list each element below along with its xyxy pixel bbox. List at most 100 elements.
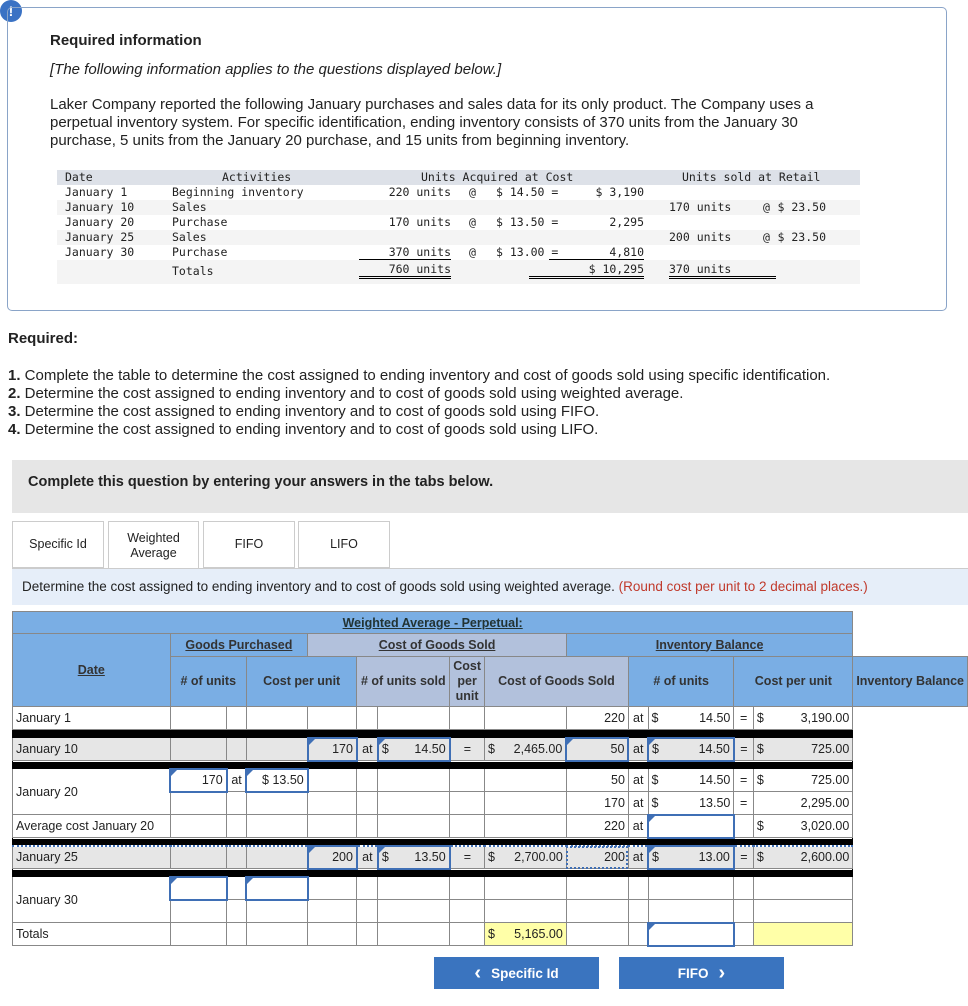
cogs-value (483, 791, 567, 815)
purchased-units (169, 737, 228, 761)
purchased-units (169, 922, 228, 946)
purchased-cost (245, 814, 309, 838)
cell: @ (469, 245, 476, 259)
cell: Totals (172, 264, 214, 278)
cell: January 30 (65, 245, 135, 259)
group-cogs: Cost of Goods Sold (307, 633, 567, 657)
at-label: at (356, 845, 379, 869)
purchased-cost (245, 791, 309, 815)
sold-units (307, 922, 358, 946)
sold-cost (377, 791, 451, 815)
cell: @ (469, 215, 476, 229)
inventory-units: 50 (565, 768, 629, 792)
table-row: January 30 Purchase 370 units @ $ 13.00 = 4,8… (57, 245, 860, 260)
equals-label: = (449, 737, 485, 761)
inventory-units: 220 (565, 814, 629, 838)
inventory-cost: $14.50 (647, 768, 735, 792)
inventory-cost[interactable]: $14.50 (647, 736, 735, 762)
at-label (356, 899, 379, 923)
purchased-units[interactable]: 170 (169, 767, 228, 793)
dollar-sign: $ (756, 850, 764, 865)
equals-label: = (733, 706, 754, 730)
inventory-units[interactable]: 50 (565, 736, 630, 762)
table-row: January 25 Sales 200 units @ $ 23.50 (57, 230, 860, 245)
sold-units[interactable]: 170 (306, 736, 358, 762)
dollar-sign: $ (487, 927, 495, 941)
at-label: at (627, 791, 649, 815)
dollar-sign: $ (487, 742, 495, 756)
purchased-units (169, 706, 228, 730)
inventory-cost (647, 899, 735, 923)
equals-label (733, 922, 754, 946)
inventory-units: 220 (565, 706, 629, 730)
cogs-value: $5,165.00 (483, 922, 567, 946)
col-date: Date (12, 633, 171, 707)
inventory-balance (752, 899, 854, 923)
next-fifo-button[interactable]: FIFO › (619, 957, 784, 989)
cell: Sales (172, 200, 207, 214)
purchased-cost (245, 899, 309, 923)
inventory-cost[interactable] (647, 921, 735, 947)
worksheet-row: Average cost January 20 220 at $3,020.00 (12, 813, 968, 839)
sold-units (307, 876, 358, 900)
cell: Activities (222, 170, 292, 184)
cell: Date (65, 170, 93, 184)
cell: 220 units (388, 185, 451, 199)
info-intro: Laker Company reported the following Jan… (50, 96, 814, 149)
sold-units (307, 768, 358, 792)
chevron-right-icon: › (718, 961, 726, 984)
inventory-cost[interactable]: $13.00 (647, 844, 735, 870)
required-item: 1. Complete the table to determine the c… (8, 367, 831, 384)
prev-specific-id-button[interactable]: ‹ Specific Id (434, 957, 599, 989)
at-label (356, 922, 379, 946)
tab-instruction: Determine the cost assigned to ending in… (12, 569, 968, 605)
tab-specific-id[interactable]: Specific Id (12, 521, 104, 568)
cell: @ (469, 185, 476, 199)
cogs-value (483, 899, 567, 923)
info-title: Required information (50, 32, 202, 49)
required-list: 1. Complete the table to determine the c… (8, 367, 830, 439)
chevron-left-icon: ‹ (474, 961, 482, 984)
purchased-cost[interactable]: $ 13.50 (245, 767, 309, 793)
sold-units (307, 814, 358, 838)
col-cogs: Cost of Goods Sold (483, 656, 629, 707)
at-label (226, 876, 247, 900)
at-label (356, 876, 379, 900)
purchased-units (169, 845, 228, 869)
inventory-balance (752, 922, 854, 946)
equals-label: = (733, 768, 754, 792)
sold-cost (377, 899, 451, 923)
purchased-cost[interactable] (245, 875, 309, 901)
sold-units[interactable]: 200 (306, 844, 358, 870)
tab-weighted-average[interactable]: Weighted Average (108, 521, 199, 570)
tab-fifo[interactable]: FIFO (203, 521, 295, 568)
at-label (226, 845, 247, 869)
purchased-units[interactable] (169, 875, 228, 901)
cell: $ 23.50 (777, 230, 826, 244)
dollar-sign: $ (651, 711, 659, 725)
band-text: Complete this question by entering your … (28, 474, 494, 490)
cell: 760 units (358, 262, 451, 279)
cogs-value (483, 814, 567, 838)
sold-cost[interactable]: $13.50 (376, 844, 451, 870)
inventory-cost: $13.50 (647, 791, 735, 815)
table-row: January 1 Beginning inventory 220 units @ $ … (57, 185, 860, 200)
equals-label (449, 876, 485, 900)
inventory-units: 200 (565, 845, 629, 869)
date-cell: January 25 (12, 845, 171, 869)
dollar-sign: $ (651, 773, 659, 787)
sold-cost[interactable]: $14.50 (376, 736, 451, 762)
dollar-sign: $ (487, 850, 495, 865)
worksheet-row: January 20 170 at $ 13.50 50 at $14.50 = $725.00 (12, 767, 968, 815)
cell: Units sold at Retail (682, 170, 821, 184)
totals-row: Totals 760 units $ 10,295 370 units (57, 260, 860, 284)
inventory-units (565, 922, 629, 946)
cell: 4,810 (549, 245, 644, 260)
inventory-cost[interactable] (647, 813, 735, 839)
tab-lifo[interactable]: LIFO (298, 521, 390, 568)
inventory-balance: $2,600.00 (752, 845, 854, 869)
cogs-value: $2,700.00 (483, 845, 567, 869)
at-label (226, 706, 247, 730)
row-separator (11, 868, 968, 877)
instruction-band: Complete this question by entering your … (12, 460, 968, 513)
